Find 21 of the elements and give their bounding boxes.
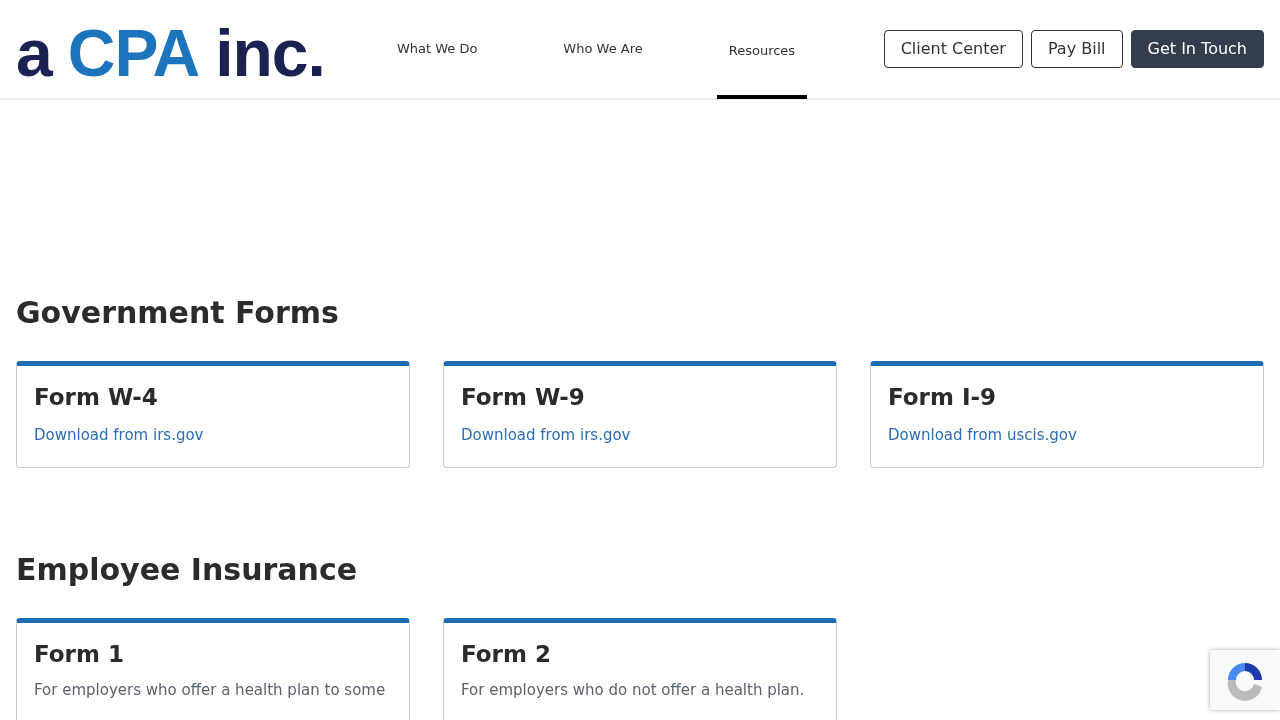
logo-text: a [16, 20, 52, 86]
card-title: Form I-9 [888, 383, 997, 412]
section-heading: Employee Insurance [16, 551, 359, 588]
download-link[interactable]: Download from irs.gov [34, 425, 204, 444]
nav-link[interactable]: Who We Are [551, 0, 655, 99]
card-title: Form 1 [34, 639, 125, 669]
card-description: For employers who offer a health plan to some [34, 680, 387, 701]
card-title: Form 2 [461, 639, 552, 669]
card-description: For employers who do not offer a health plan. [461, 680, 806, 701]
header-button[interactable]: Get In Touch [1130, 30, 1264, 68]
logo-text: inc. [215, 20, 325, 86]
nav-link[interactable]: Resources [716, 0, 808, 99]
logo-text: CPA [67, 20, 200, 86]
header-button[interactable]: Pay Bill [1030, 30, 1123, 68]
card-title: Form W-4 [34, 383, 159, 412]
download-link[interactable]: Download from uscis.gov [888, 425, 1077, 444]
nav-link[interactable]: What We Do [384, 0, 490, 99]
header-button[interactable]: Client Center [883, 30, 1023, 68]
download-link[interactable]: Download from irs.gov [461, 425, 631, 444]
card-title: Form W-9 [461, 383, 586, 412]
section-heading: Government Forms [16, 295, 340, 331]
